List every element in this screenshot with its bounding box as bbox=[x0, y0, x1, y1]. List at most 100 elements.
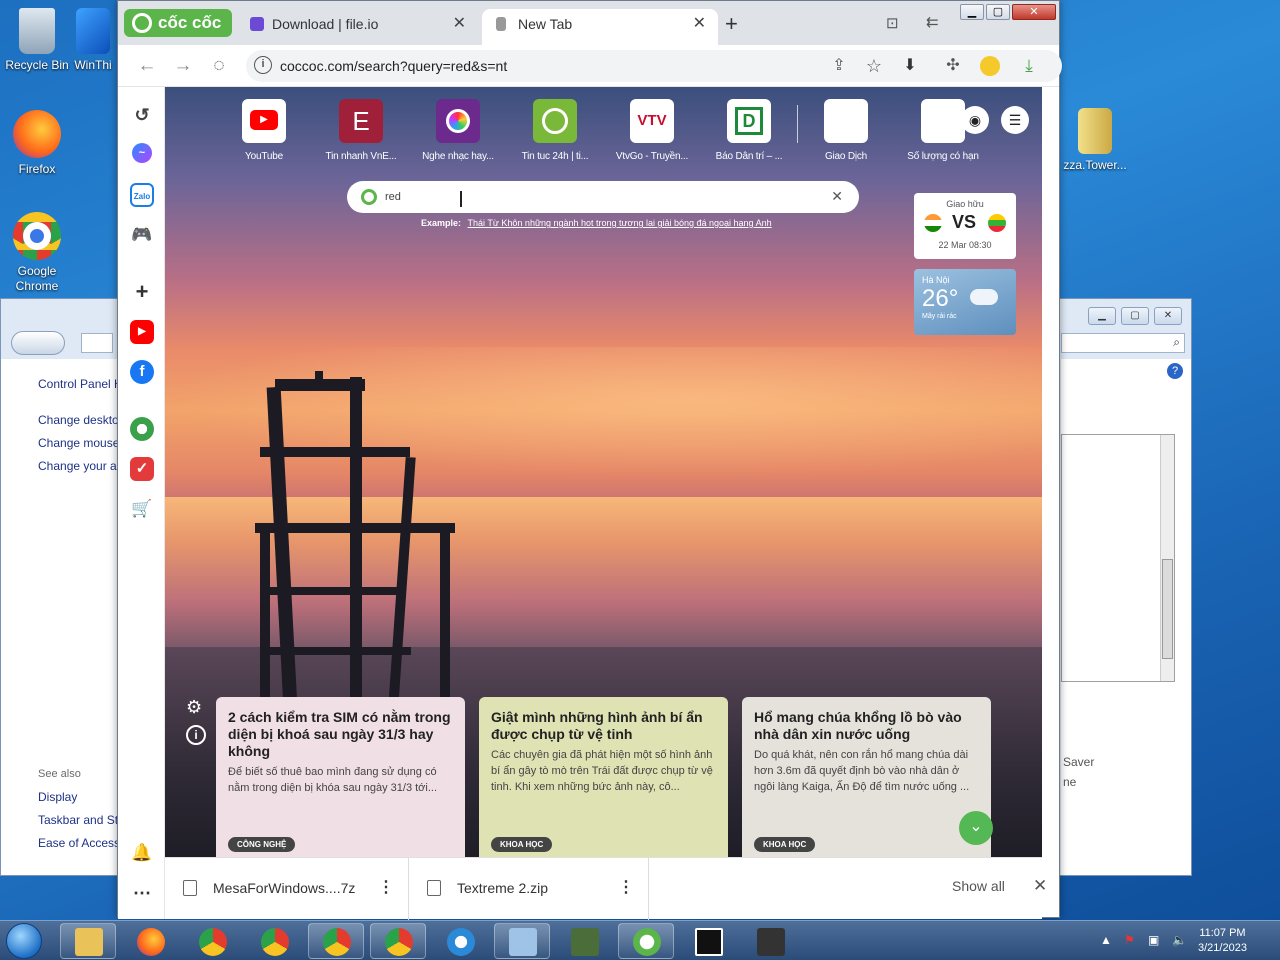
match-widget[interactable]: Giao hữu VS 22 Mar 08:30 bbox=[914, 193, 1016, 259]
history-icon[interactable]: ↺ bbox=[130, 103, 154, 127]
close-download-shelf-icon[interactable]: ✕ bbox=[1033, 876, 1047, 896]
speed-dial-vtvgo[interactable]: VTV VtvGo - Truyền... bbox=[607, 99, 697, 162]
taskbar-firefox[interactable] bbox=[122, 923, 178, 959]
cp-minimize-button[interactable]: ▁ bbox=[1088, 307, 1116, 325]
scroll-down-chevron-icon[interactable]: ⌄ bbox=[959, 811, 993, 845]
taskbar-chrome-2[interactable] bbox=[246, 923, 302, 959]
help-icon[interactable]: ? bbox=[1167, 363, 1183, 379]
minimize-button[interactable]: ▁ bbox=[960, 4, 984, 20]
bookmark-star-icon[interactable]: ☆ bbox=[861, 53, 887, 79]
speed-dial-giao-dich[interactable]: Giao Dịch bbox=[801, 99, 891, 162]
new-tab-button[interactable]: + bbox=[725, 11, 738, 37]
taskbar-chrome-1[interactable] bbox=[184, 923, 240, 959]
download-item[interactable]: MesaForWindows....7z ⋮ bbox=[165, 858, 409, 920]
cp-back-forward[interactable] bbox=[11, 331, 65, 355]
youtube-sidebar-icon[interactable]: ▶ bbox=[130, 320, 154, 344]
speed-dial-vnexpress[interactable]: E Tin nhanh VnE... bbox=[316, 99, 406, 162]
feed-info-icon[interactable]: i bbox=[186, 725, 206, 745]
system-clock[interactable]: 11:07 PM 3/21/2023 bbox=[1198, 926, 1247, 956]
cp-link[interactable]: Change mouse bbox=[38, 436, 119, 450]
share-icon[interactable]: ⇪ bbox=[826, 53, 852, 79]
news-card[interactable]: Giật mình những hình ảnh bí ẩn được chụp… bbox=[479, 697, 728, 857]
messenger-icon[interactable]: ~ bbox=[132, 143, 152, 163]
site-info-icon[interactable]: i bbox=[254, 56, 272, 74]
tab-search-icon[interactable]: ⊡ bbox=[886, 14, 899, 32]
tab-new-tab[interactable]: New Tab ✕ bbox=[482, 9, 718, 45]
checkmark-app-icon[interactable]: ✓ bbox=[130, 457, 154, 481]
news-card[interactable]: 2 cách kiểm tra SIM có nằm trong diện bị… bbox=[216, 697, 465, 857]
close-button[interactable]: ✕ bbox=[1012, 4, 1056, 20]
weather-widget[interactable]: Hà Nội 26° Mây rải rác bbox=[914, 269, 1016, 335]
tab-download-file-io[interactable]: Download | file.io ✕ bbox=[236, 9, 478, 45]
example-link[interactable]: Thái Từ Khôn những ngành hot trong tương… bbox=[468, 218, 772, 228]
cp-close-button[interactable]: ✕ bbox=[1154, 307, 1182, 325]
forward-button[interactable]: → bbox=[170, 53, 196, 79]
download-item[interactable]: Textreme 2.zip ⋮ bbox=[409, 858, 649, 920]
downloads-icon[interactable]: ⤓ bbox=[1016, 53, 1042, 79]
maximize-button[interactable]: ▢ bbox=[986, 4, 1010, 20]
see-also-link[interactable]: Ease of Access bbox=[38, 836, 120, 850]
taskbar-remote-app[interactable] bbox=[556, 923, 612, 959]
speed-dial-nghe-nhac[interactable]: Nghe nhạc hay... bbox=[413, 99, 503, 162]
shopping-cart-icon[interactable]: 🛒 bbox=[130, 497, 154, 521]
network-icon[interactable]: ▣ bbox=[1148, 933, 1164, 949]
search-box[interactable]: red ✕ bbox=[347, 181, 859, 213]
url-text[interactable]: coccoc.com/search?query=red&s=nt bbox=[280, 58, 507, 74]
desktop-icon-zza-tower[interactable]: zza.Tower... bbox=[1060, 108, 1130, 173]
desktop-icon-recycle-bin[interactable]: Recycle Bin bbox=[0, 8, 76, 73]
news-card[interactable]: Hổ mang chúa khổng lồ bò vào nhà dân xin… bbox=[742, 697, 991, 857]
cp-home-link[interactable]: Control Panel H bbox=[38, 377, 123, 391]
taskbar-game[interactable] bbox=[742, 923, 798, 959]
download-menu-icon[interactable]: ⋮ bbox=[378, 858, 394, 918]
see-also-link[interactable]: Taskbar and St bbox=[38, 813, 118, 827]
cp-list-box[interactable] bbox=[1061, 434, 1175, 682]
speed-dial-youtube[interactable]: ▶ YouTube bbox=[219, 99, 309, 162]
scrollbar-thumb[interactable] bbox=[1162, 559, 1173, 659]
search-query[interactable]: red bbox=[385, 191, 401, 203]
facebook-sidebar-icon[interactable]: f bbox=[130, 360, 154, 384]
cp-maximize-button[interactable]: ▢ bbox=[1121, 307, 1149, 325]
show-all-downloads-link[interactable]: Show all bbox=[952, 878, 1005, 894]
coccoc-menu-button[interactable]: cốc cốc bbox=[124, 9, 232, 37]
taskbar-coccoc[interactable] bbox=[618, 923, 674, 959]
volume-muted-icon[interactable]: 🔈 bbox=[1172, 933, 1188, 949]
back-button[interactable]: ← bbox=[134, 53, 160, 79]
speed-dial-dan-tri[interactable]: D Báo Dân trí – ... bbox=[704, 99, 794, 162]
soccer-app-icon[interactable] bbox=[130, 417, 154, 441]
show-hidden-icons-icon[interactable]: ▲ bbox=[1100, 933, 1116, 949]
emoji-extension-icon[interactable] bbox=[977, 53, 1003, 79]
start-button[interactable] bbox=[6, 923, 42, 959]
account-icon[interactable]: ◉ bbox=[961, 106, 989, 134]
close-tab-icon[interactable]: ✕ bbox=[693, 9, 706, 39]
see-also-link[interactable]: Display bbox=[38, 790, 77, 804]
stop-loading-button[interactable]: ◌ bbox=[206, 53, 232, 79]
download-menu-icon[interactable]: ⋮ bbox=[618, 858, 634, 918]
cp-search-box[interactable]: ⌕ bbox=[1061, 333, 1185, 353]
cp-link[interactable]: Change your a bbox=[38, 459, 117, 473]
desktop-icon-firefox[interactable]: Firefox bbox=[0, 110, 76, 177]
taskbar-control-panel[interactable] bbox=[494, 923, 550, 959]
notifications-bell-icon[interactable]: 🔔 bbox=[130, 841, 154, 865]
desktop-icon-google-chrome[interactable]: Google Chrome bbox=[0, 212, 76, 294]
clear-search-icon[interactable]: ✕ bbox=[831, 188, 843, 205]
game-controller-icon[interactable]: 🎮 bbox=[130, 223, 154, 247]
customize-settings-icon[interactable]: ☰ bbox=[1001, 106, 1029, 134]
save-page-icon[interactable]: ⬇ bbox=[897, 53, 923, 79]
taskbar-chrome-3[interactable] bbox=[308, 923, 364, 959]
scrollbar[interactable] bbox=[1160, 435, 1174, 681]
taskbar-chrome-4[interactable] bbox=[370, 923, 426, 959]
taskbar-explorer[interactable] bbox=[60, 923, 116, 959]
taskbar-7zip[interactable] bbox=[680, 923, 736, 959]
feed-settings-icon[interactable]: ⚙ bbox=[186, 697, 202, 718]
close-tab-icon[interactable]: ✕ bbox=[453, 9, 466, 39]
cp-link[interactable]: Change deskto bbox=[38, 413, 119, 427]
add-sidebar-item-icon[interactable]: + bbox=[130, 280, 154, 304]
more-options-icon[interactable]: ⋯ bbox=[130, 881, 154, 905]
extensions-icon[interactable]: ✣ bbox=[940, 53, 966, 79]
action-center-flag-icon[interactable]: ⚑ bbox=[1124, 933, 1140, 949]
back-arrow-icon[interactable]: ⇇ bbox=[926, 13, 939, 31]
zalo-icon[interactable]: Zalo bbox=[130, 183, 154, 207]
speed-dial-tin-tuc-24h[interactable]: Tin tuc 24h | ti... bbox=[510, 99, 600, 162]
desktop-icon-winthi[interactable]: WinThi bbox=[68, 8, 118, 73]
taskbar-internet-explorer[interactable] bbox=[432, 923, 488, 959]
